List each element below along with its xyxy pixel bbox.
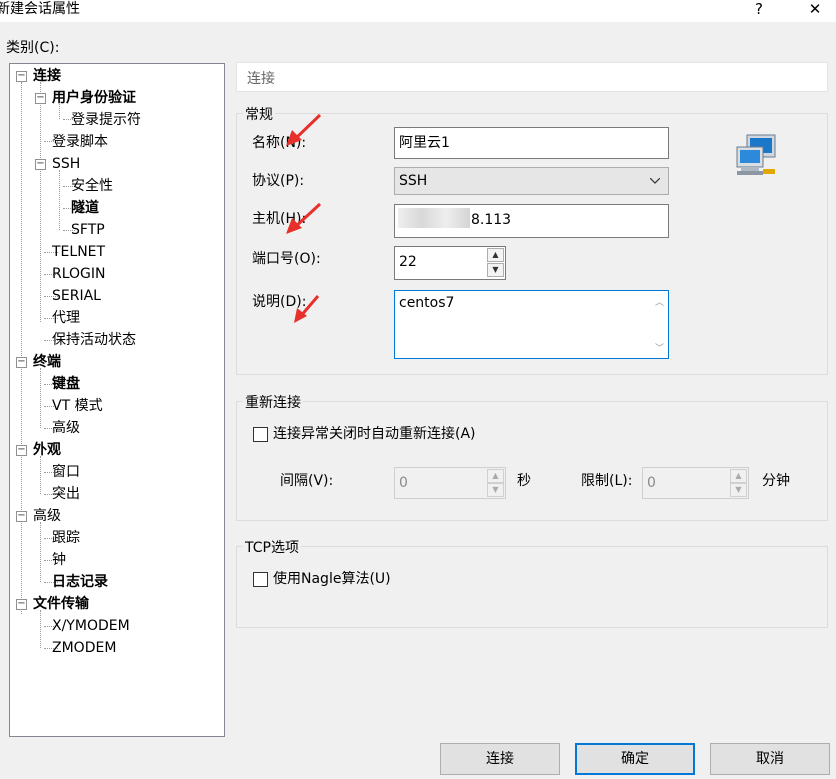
tree-connector (21, 82, 22, 614)
tree-item-tunnel[interactable]: 隧道 (71, 198, 99, 218)
chevron-down-icon (650, 178, 660, 184)
annotation-arrow-icon (294, 295, 320, 323)
tree-item-xymodem[interactable]: X/YMODEM (52, 616, 130, 636)
tree-item-sftp[interactable]: SFTP (71, 220, 105, 240)
tree-collapse-icon[interactable]: − (35, 93, 46, 104)
help-button[interactable]: ? (744, 0, 774, 20)
name-input[interactable]: 阿里云1 (394, 127, 669, 159)
scroll-down-icon[interactable]: ﹀ (655, 341, 664, 354)
reconnect-group-title: 重新连接 (243, 392, 303, 412)
tree-item-login-script[interactable]: 登录脚本 (52, 132, 108, 152)
tree-connector (40, 522, 41, 582)
ok-button[interactable]: 确定 (575, 743, 695, 775)
category-tree[interactable]: − − − − − − − 连接 用户身份验证 登录提示符 登录脚本 SSH 安… (9, 63, 225, 737)
tree-collapse-icon[interactable]: − (16, 599, 27, 610)
port-input[interactable]: 22 ▲ ▼ (394, 246, 506, 280)
tree-item-window[interactable]: 窗口 (52, 462, 80, 482)
tree-item-ssh[interactable]: SSH (52, 154, 80, 174)
tree-item-login-prompt[interactable]: 登录提示符 (71, 110, 141, 130)
auto-reconnect-checkbox[interactable] (253, 427, 268, 442)
annotation-arrow-icon (286, 113, 322, 146)
tree-connector (40, 456, 41, 494)
protocol-select-value: SSH (399, 173, 428, 189)
tree-item-proxy[interactable]: 代理 (52, 308, 80, 328)
nagle-label: 使用Nagle算法(U) (273, 571, 391, 587)
tree-collapse-icon[interactable]: − (35, 159, 46, 170)
port-down-icon[interactable]: ▼ (487, 263, 504, 277)
window-title: 新建会话属性 (0, 1, 80, 17)
tree-collapse-icon[interactable]: − (16, 445, 27, 456)
tree-item-file-transfer[interactable]: 文件传输 (33, 594, 89, 614)
tree-item-security[interactable]: 安全性 (71, 176, 113, 196)
description-value: centos7 (399, 295, 455, 311)
tree-connector (40, 368, 41, 428)
port-value: 22 (399, 254, 417, 270)
close-button[interactable]: ✕ (800, 0, 830, 20)
scroll-up-icon[interactable]: ︿ (655, 295, 664, 308)
limit-input[interactable]: 0 ▲ ▼ (642, 467, 749, 499)
tree-connector (40, 82, 41, 322)
network-computer-icon (736, 134, 776, 175)
reconnect-group (236, 401, 828, 521)
tree-connector (59, 170, 60, 230)
tree-item-highlight[interactable]: 突出 (52, 484, 80, 504)
tree-collapse-icon[interactable]: − (16, 511, 27, 522)
limit-down-icon[interactable]: ▼ (730, 483, 747, 497)
tree-item-telnet[interactable]: TELNET (52, 242, 105, 262)
tree-item-user-auth[interactable]: 用户身份验证 (52, 88, 136, 108)
host-blur-mask (398, 208, 470, 228)
section-header: 连接 (236, 62, 828, 92)
tree-item-terminal[interactable]: 终端 (33, 352, 61, 372)
description-textarea[interactable]: centos7 ︿ ﹀ (394, 290, 669, 359)
tree-item-keyboard[interactable]: 键盘 (52, 374, 80, 394)
protocol-select[interactable]: SSH (394, 167, 669, 195)
tree-item-keepalive[interactable]: 保持活动状态 (52, 330, 136, 350)
limit-value: 0 (647, 475, 656, 491)
tree-collapse-icon[interactable]: − (16, 71, 27, 82)
tree-item-bell[interactable]: 钟 (52, 550, 66, 570)
tree-item-logging[interactable]: 日志记录 (52, 572, 108, 592)
section-header-text: 连接 (247, 71, 275, 87)
interval-unit: 秒 (517, 473, 531, 489)
tcp-group-title: TCP选项 (243, 537, 301, 557)
interval-value: 0 (399, 475, 408, 491)
tree-item-terminal-advanced[interactable]: 高级 (52, 418, 80, 438)
tree-item-rlogin[interactable]: RLOGIN (52, 264, 106, 284)
interval-up-icon[interactable]: ▲ (487, 469, 504, 483)
tree-item-advanced[interactable]: 高级 (33, 506, 61, 526)
tree-item-connection[interactable]: 连接 (33, 66, 61, 86)
tree-item-zmodem[interactable]: ZMODEM (52, 638, 116, 658)
title-bar (0, 0, 836, 22)
port-up-icon[interactable]: ▲ (487, 248, 504, 262)
tree-item-serial[interactable]: SERIAL (52, 286, 101, 306)
limit-unit: 分钟 (762, 473, 790, 489)
tree-connector (40, 610, 41, 648)
tree-item-trace[interactable]: 跟踪 (52, 528, 80, 548)
general-group-title: 常规 (243, 104, 275, 124)
category-label: 类别(C): (6, 40, 60, 56)
protocol-label: 协议(P): (252, 173, 305, 189)
interval-label: 间隔(V): (280, 473, 334, 489)
annotation-arrow-icon (286, 202, 322, 234)
auto-reconnect-label: 连接异常关闭时自动重新连接(A) (273, 426, 476, 442)
tree-collapse-icon[interactable]: − (16, 357, 27, 368)
port-label: 端口号(O): (252, 251, 321, 267)
limit-up-icon[interactable]: ▲ (730, 469, 747, 483)
connect-button[interactable]: 连接 (440, 743, 560, 775)
limit-label: 限制(L): (581, 473, 633, 489)
interval-down-icon[interactable]: ▼ (487, 483, 504, 497)
cancel-button[interactable]: 取消 (710, 743, 830, 775)
nagle-checkbox[interactable] (253, 572, 268, 587)
tree-item-appearance[interactable]: 外观 (33, 440, 61, 460)
interval-input[interactable]: 0 ▲ ▼ (394, 467, 506, 499)
tree-item-vt-mode[interactable]: VT 模式 (52, 396, 103, 416)
